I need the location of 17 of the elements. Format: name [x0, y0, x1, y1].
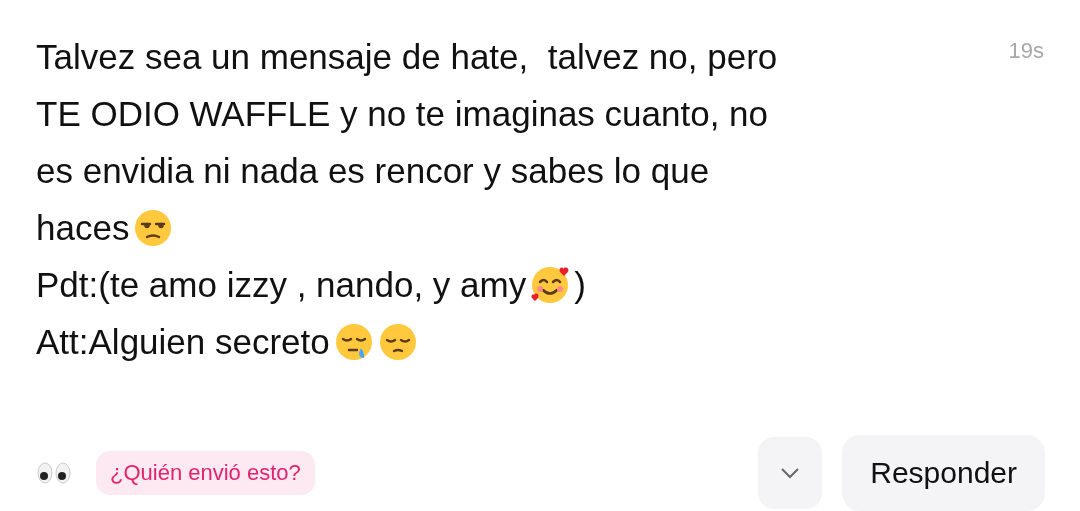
emoji-icon — [530, 264, 571, 305]
message-time: 19s — [1008, 38, 1044, 64]
who-sent-hint[interactable]: ¿Quién envió esto? — [96, 451, 315, 495]
eyes-icon — [36, 461, 72, 485]
message-text: haces — [36, 207, 130, 248]
expand-button[interactable] — [758, 437, 823, 509]
reply-button[interactable]: Responder — [842, 435, 1045, 511]
emoji-icon — [377, 321, 418, 362]
emoji-icon — [133, 207, 174, 248]
chevron-down-icon — [780, 467, 801, 479]
message-text: ) — [574, 264, 586, 305]
message-text: TE ODIO WAFFLE y no te imaginas cuanto, no — [36, 93, 769, 134]
message-text: Pdt:(te amo izzy , nando, y amy — [36, 264, 527, 305]
message-text: es envidia ni nada es rencor y sabes lo que — [36, 150, 710, 191]
message-text: Att:Alguien secreto — [36, 321, 330, 362]
emoji-icon — [333, 321, 374, 362]
message-text: Talvez sea un mensaje de hate, talvez no, pero — [36, 36, 778, 77]
